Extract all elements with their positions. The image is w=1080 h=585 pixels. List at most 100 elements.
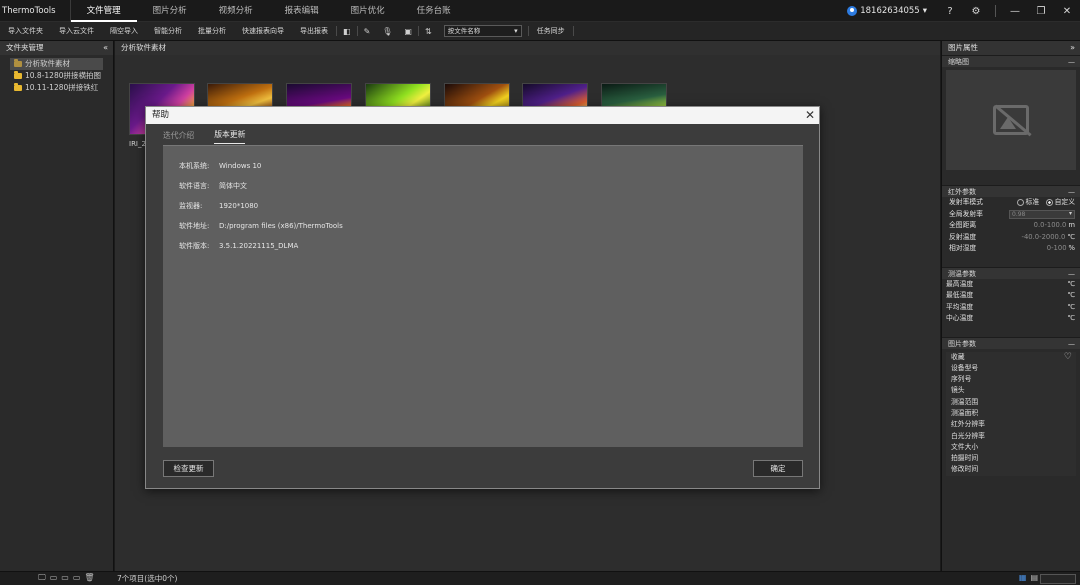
distance-row: 全图距离 0.0-100.0 m	[942, 220, 1080, 232]
save-icon[interactable]: ▭	[73, 573, 81, 583]
max-temp-label: 最高温度	[946, 279, 974, 288]
user-phone: 18162634055	[860, 6, 920, 16]
heart-icon[interactable]: ♡	[1064, 352, 1072, 363]
tab-iteration-intro[interactable]: 迭代介绍	[163, 130, 194, 144]
tab-image-analysis[interactable]: 图片分析	[137, 0, 203, 22]
reflect-temp-unit: ℃	[1067, 232, 1075, 241]
list-item: 红外分辨率	[951, 420, 985, 429]
import-cloud-button[interactable]: 导入云文件	[51, 26, 102, 36]
folder-icon	[14, 59, 22, 67]
ir-section-header[interactable]: 红外参数 —	[942, 185, 1080, 197]
sort-select[interactable]: 按文件名称	[443, 25, 522, 37]
thumbnail-label: IRI_2	[129, 140, 146, 148]
export-report-button[interactable]: 导出报表	[292, 26, 336, 36]
tab-file-management[interactable]: 文件管理	[70, 0, 137, 22]
thumbnail-preview	[946, 70, 1076, 170]
max-temp-row: 最高温度 ℃	[942, 279, 1080, 291]
reflect-temp-label: 反射温度	[949, 232, 977, 241]
minus-icon[interactable]: —	[1068, 268, 1075, 280]
smart-analysis-button[interactable]: 智能分析	[146, 26, 190, 36]
confirm-button[interactable]: 确定	[753, 460, 803, 477]
distance-range[interactable]: 0.0-100.0	[1034, 221, 1067, 229]
info-row-language: 软件语言: 简体中文	[179, 182, 247, 190]
image-section-header[interactable]: 图片参数 —	[942, 336, 1080, 350]
folder-item-10-11[interactable]: 10.11-1280拼接铁红	[0, 82, 113, 94]
check-update-button[interactable]: 检查更新	[163, 460, 214, 477]
no-image-icon	[993, 105, 1029, 135]
quick-report-button[interactable]: 快速报表向导	[234, 26, 292, 36]
image-properties-panel: 图片属性 » 缩略图 — 红外参数 — 发射率模式 标准 自定义 全局发射率 0…	[941, 41, 1080, 571]
humidity-range[interactable]: 0-100	[1047, 244, 1067, 252]
measure-section-title: 测温参数	[948, 269, 976, 278]
measure-section-header[interactable]: 测温参数 —	[942, 266, 1080, 280]
image-note-icon[interactable]: ▣	[398, 27, 418, 36]
min-temp-unit: ℃	[1067, 291, 1075, 299]
reflect-temp-range[interactable]: -40.0-2000.0	[1022, 233, 1066, 241]
list-view-icon[interactable]: ▤	[1030, 573, 1038, 582]
microphone-icon[interactable]: 🎙	[376, 27, 398, 36]
minus-icon[interactable]: —	[1068, 338, 1075, 350]
info-row-version: 软件版本: 3.5.1.20221115_DLMA	[179, 242, 299, 250]
center-temp-row: 中心温度 ℃	[942, 313, 1080, 325]
radio-custom-label: 自定义	[1054, 198, 1075, 206]
minus-icon[interactable]: —	[1068, 56, 1075, 68]
search-input[interactable]	[1040, 574, 1076, 584]
folder-item-analysis-material[interactable]: 分析软件素材	[10, 58, 103, 70]
emissivity-select[interactable]: 0.98	[1009, 209, 1075, 219]
distance-unit: m	[1068, 221, 1075, 229]
file-browser-title: 分析软件素材	[115, 41, 940, 55]
top-bar: ThermoTools 文件管理 图片分析 视频分析 报表编辑 图片优化 任务台…	[0, 0, 1080, 22]
tab-video-analysis[interactable]: 视频分析	[203, 0, 269, 22]
minimize-icon[interactable]: —	[1002, 6, 1028, 17]
reflect-temp-row: 反射温度 -40.0-2000.0 ℃	[942, 232, 1080, 244]
trash-icon[interactable]: 🗑	[84, 573, 94, 583]
list-item: 序列号	[951, 375, 972, 384]
separate-import-button[interactable]: 隔空导入	[102, 26, 146, 36]
emissivity-mode-row: 发射率模式 标准 自定义	[942, 197, 1080, 209]
tab-version-update[interactable]: 版本更新	[214, 129, 246, 144]
batch-analysis-button[interactable]: 批量分析	[190, 26, 234, 36]
help-dialog: 帮助 ✕ 迭代介绍 版本更新 本机系统: Windows 10 软件语言: 简体中文…	[145, 106, 820, 489]
radio-standard[interactable]	[1016, 198, 1024, 206]
tab-image-optimize[interactable]: 图片优化	[335, 0, 401, 22]
restore-icon[interactable]: ❐	[1028, 6, 1054, 17]
tab-report-edit[interactable]: 报表编辑	[269, 0, 335, 22]
list-item: 白光分辨率	[951, 431, 985, 440]
dialog-title-bar: 帮助 ✕	[146, 107, 819, 124]
open-folder-icon[interactable]: ▭	[61, 573, 69, 583]
min-temp-label: 最低温度	[946, 291, 974, 299]
radio-custom[interactable]	[1045, 198, 1053, 206]
close-icon[interactable]: ✕	[805, 107, 815, 124]
properties-title: 图片属性	[948, 43, 978, 52]
new-folder-icon[interactable]: ▭	[50, 573, 58, 583]
user-account[interactable]: 18162634055 ▾	[847, 6, 927, 16]
folder-icon	[14, 83, 22, 91]
split-icon[interactable]: ◧	[337, 27, 357, 36]
import-folder-button[interactable]: 导入文件夹	[0, 26, 51, 36]
help-icon[interactable]: ?	[937, 6, 963, 17]
minus-icon[interactable]: —	[1068, 186, 1075, 198]
humidity-row: 相对湿度 0-100%	[942, 243, 1080, 255]
list-item: 收藏 ♡	[951, 351, 1072, 363]
edit-icon[interactable]: ✎	[358, 27, 377, 36]
monitor-icon[interactable]: 🖵	[38, 573, 46, 583]
gear-icon[interactable]: ⚙	[963, 6, 989, 17]
list-item: 测温范围	[951, 397, 979, 406]
collapse-right-icon[interactable]: »	[1070, 41, 1075, 55]
grid-view-icon[interactable]: ▦	[1019, 573, 1027, 582]
folder-label: 分析软件素材	[25, 59, 70, 68]
min-temp-row: 最低温度 ℃	[942, 290, 1080, 302]
avg-temp-row: 平均温度 ℃	[942, 302, 1080, 314]
global-emissivity-label: 全局发射率	[949, 209, 983, 218]
view-toggles: ▦ ▤	[1019, 573, 1038, 582]
collapse-left-icon[interactable]: «	[103, 41, 108, 55]
close-icon[interactable]: ✕	[1054, 6, 1080, 17]
folder-item-10-8[interactable]: 10.8-1280拼接横拍图	[0, 70, 113, 82]
thumbnail-section-header[interactable]: 缩略图 —	[942, 55, 1080, 67]
folder-panel-title: 文件夹管理	[6, 43, 44, 52]
toolbar: 导入文件夹 导入云文件 隔空导入 智能分析 批量分析 快速报表向导 导出报表 ◧…	[0, 22, 1080, 41]
tab-task-ledger[interactable]: 任务台账	[401, 0, 467, 22]
sort-icon[interactable]: ⇅	[419, 27, 438, 36]
task-sync-button[interactable]: 任务同步	[529, 26, 573, 36]
humidity-unit: %	[1068, 244, 1075, 252]
